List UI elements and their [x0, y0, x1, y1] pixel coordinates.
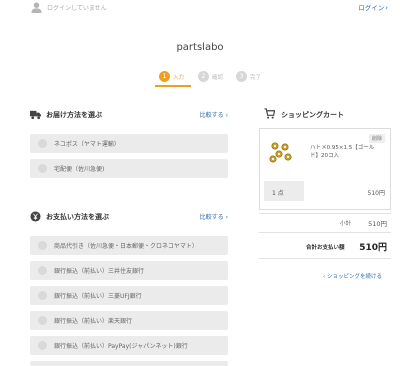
delivery-option-label: ネコポス（ヤマト運輸）: [54, 141, 120, 148]
subtotal-label: 小計: [340, 221, 352, 227]
step-label: 確認: [212, 75, 224, 81]
delivery-option-nekopos[interactable]: ネコポス（ヤマト運輸）: [30, 134, 228, 153]
compare-label[interactable]: 比較する: [200, 214, 224, 221]
yen-icon: [30, 211, 41, 222]
divider: [259, 258, 391, 259]
step-number: 2: [198, 71, 209, 82]
cart-item: 削除 ハトメ0.95×1.5【ゴールド】20コ入 1 点 510円: [259, 128, 391, 210]
radio-button[interactable]: [38, 291, 47, 300]
login-link-label[interactable]: ログイン: [358, 4, 384, 12]
item-price: 510円: [367, 190, 385, 197]
payment-section-header: お支払い方法を選ぶ 比較する ›: [30, 210, 228, 224]
chevron-right-icon: ›: [225, 214, 228, 221]
payment-option[interactable]: 商品代引き（佐川急便・日本郵便・クロネコヤマト）: [30, 236, 228, 255]
top-bar: ログインしていません ログイン›: [0, 0, 400, 16]
chevron-right-icon: ›: [385, 4, 388, 12]
total-value: 510円: [359, 243, 387, 253]
delete-button[interactable]: 削除: [368, 134, 385, 143]
login-link[interactable]: ログイン›: [358, 2, 388, 12]
delivery-compare-link[interactable]: 比較する ›: [200, 110, 228, 119]
user-icon: [31, 2, 42, 13]
truck-icon: [30, 110, 41, 120]
payment-option[interactable]: 銀行振込（前払い）三菱UFJ銀行: [30, 286, 228, 305]
compare-label[interactable]: 比較する: [200, 112, 224, 119]
radio-button[interactable]: [38, 139, 47, 148]
cart-title: ショッピングカート: [281, 111, 344, 119]
chevron-right-icon: ›: [225, 112, 228, 119]
shop-title: partslabo: [176, 42, 224, 53]
payment-option[interactable]: 銀行振込（前払い）楽天銀行: [30, 311, 228, 330]
continue-shopping-label[interactable]: ショッピングを続ける: [327, 274, 382, 280]
payment-option-label: 銀行振込（前払い）三井住友銀行: [54, 268, 145, 275]
payment-option[interactable]: [30, 361, 228, 366]
radio-button[interactable]: [38, 316, 47, 325]
payment-option-label: 銀行振込（前払い）三菱UFJ銀行: [54, 293, 142, 300]
product-name[interactable]: ハトメ0.95×1.5【ゴールド】20コ入: [310, 144, 380, 160]
checkout-steps: 1 入力 2 確認 3 完了: [155, 70, 267, 90]
quantity-text: 1 点: [272, 190, 284, 197]
active-step-underline: [155, 85, 191, 87]
login-status-text: ログインしていません: [47, 5, 107, 12]
quantity-box[interactable]: [264, 181, 304, 201]
payment-option-label: 商品代引き（佐川急便・日本郵便・クロネコヤマト）: [54, 243, 198, 250]
radio-button[interactable]: [38, 341, 47, 350]
payment-option-label: 銀行振込（前払い）楽天銀行: [54, 318, 133, 325]
payment-section-title: お支払い方法を選ぶ: [46, 213, 109, 221]
delivery-section-title: お届け方法を選ぶ: [46, 111, 102, 119]
cart-icon: [264, 108, 275, 119]
step-number: 1: [159, 71, 170, 82]
divider: [259, 232, 391, 233]
continue-shopping-link[interactable]: ‹ ショッピングを続ける: [323, 272, 382, 280]
payment-option-label: 銀行振込（前払い）PayPay(ジャパンネット)銀行: [54, 343, 188, 350]
product-image: [266, 137, 296, 167]
step-label: 完了: [250, 75, 262, 81]
payment-compare-link[interactable]: 比較する ›: [200, 212, 228, 221]
step-label: 入力: [173, 75, 185, 81]
delivery-section-header: お届け方法を選ぶ 比較する ›: [30, 108, 228, 122]
chevron-left-icon: ‹: [323, 274, 326, 280]
payment-option[interactable]: 銀行振込（前払い）PayPay(ジャパンネット)銀行: [30, 336, 228, 355]
radio-button[interactable]: [38, 266, 47, 275]
divider: [259, 213, 391, 214]
radio-button[interactable]: [38, 241, 47, 250]
step-number: 3: [236, 71, 247, 82]
radio-button[interactable]: [38, 164, 47, 173]
subtotal-value: 510円: [368, 220, 387, 228]
payment-option[interactable]: 銀行振込（前払い）三井住友銀行: [30, 261, 228, 280]
delivery-option-label: 宅配便（佐川急便): [54, 166, 105, 173]
total-label: 合計お支払い額: [306, 245, 345, 251]
delivery-option-sagawa[interactable]: 宅配便（佐川急便): [30, 159, 228, 178]
